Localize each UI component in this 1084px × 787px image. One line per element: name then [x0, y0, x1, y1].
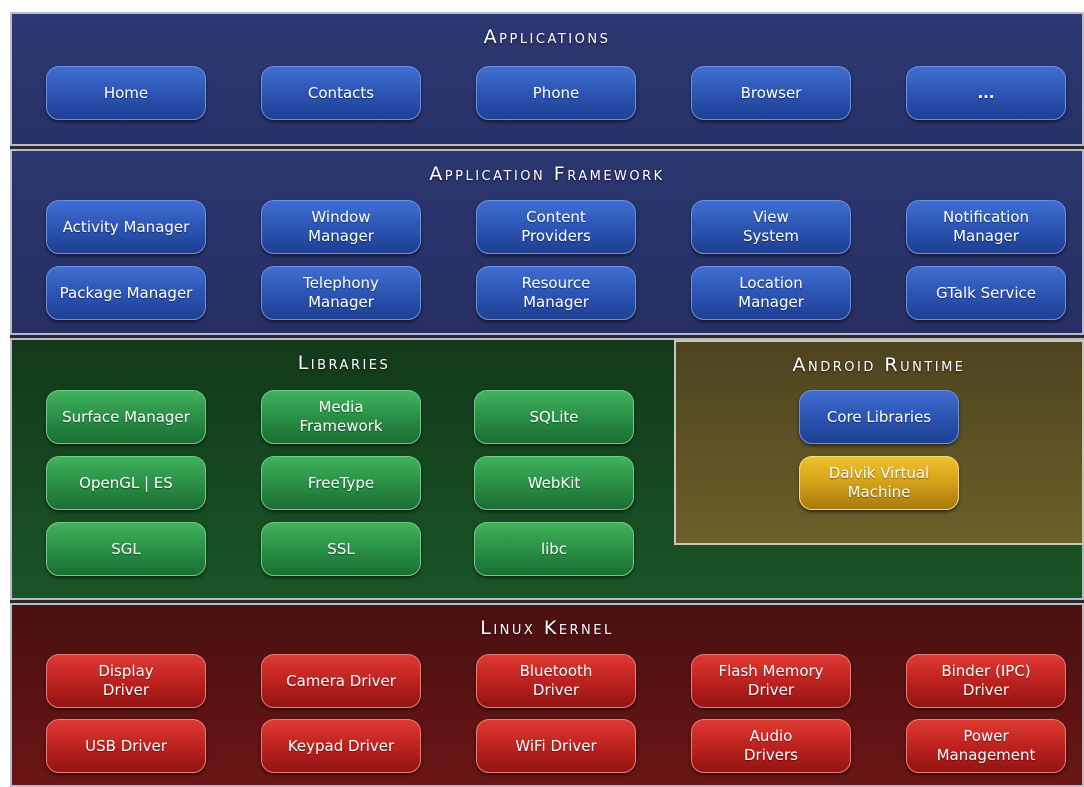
- app-more[interactable]: ...: [906, 66, 1066, 120]
- library-sqlite[interactable]: SQLite: [474, 390, 634, 444]
- app-phone[interactable]: Phone: [476, 66, 636, 120]
- library-freetype[interactable]: FreeType: [261, 456, 421, 510]
- library-ssl[interactable]: SSL: [261, 522, 421, 576]
- library-opengl-es[interactable]: OpenGL | ES: [46, 456, 206, 510]
- framework-package-manager[interactable]: Package Manager: [46, 266, 206, 320]
- library-media-framework[interactable]: Media Framework: [261, 390, 421, 444]
- kernel-power-management[interactable]: Power Management: [906, 719, 1066, 773]
- applications-title: Applications: [483, 26, 611, 48]
- kernel-camera-driver[interactable]: Camera Driver: [261, 654, 421, 708]
- kernel-binder-ipc-driver[interactable]: Binder (IPC) Driver: [906, 654, 1066, 708]
- kernel-display-driver[interactable]: Display Driver: [46, 654, 206, 708]
- kernel-keypad-driver[interactable]: Keypad Driver: [261, 719, 421, 773]
- framework-view-system[interactable]: View System: [691, 200, 851, 254]
- framework-resource-manager[interactable]: Resource Manager: [476, 266, 636, 320]
- library-surface-manager[interactable]: Surface Manager: [46, 390, 206, 444]
- runtime-dalvik-vm[interactable]: Dalvik Virtual Machine: [799, 456, 959, 510]
- framework-window-manager[interactable]: Window Manager: [261, 200, 421, 254]
- framework-location-manager[interactable]: Location Manager: [691, 266, 851, 320]
- framework-title: Application Framework: [429, 163, 665, 185]
- linux-kernel-title: Linux Kernel: [480, 617, 614, 639]
- kernel-usb-driver[interactable]: USB Driver: [46, 719, 206, 773]
- kernel-flash-memory-driver[interactable]: Flash Memory Driver: [691, 654, 851, 708]
- kernel-wifi-driver[interactable]: WiFi Driver: [476, 719, 636, 773]
- library-webkit[interactable]: WebKit: [474, 456, 634, 510]
- framework-notification-manager[interactable]: Notification Manager: [906, 200, 1066, 254]
- framework-gtalk-service[interactable]: GTalk Service: [906, 266, 1066, 320]
- runtime-core-libraries[interactable]: Core Libraries: [799, 390, 959, 444]
- libraries-title: Libraries: [297, 352, 391, 374]
- android-runtime-title: Android Runtime: [792, 354, 966, 376]
- app-browser[interactable]: Browser: [691, 66, 851, 120]
- app-contacts[interactable]: Contacts: [261, 66, 421, 120]
- framework-activity-manager[interactable]: Activity Manager: [46, 200, 206, 254]
- kernel-bluetooth-driver[interactable]: Bluetooth Driver: [476, 654, 636, 708]
- framework-content-providers[interactable]: Content Providers: [476, 200, 636, 254]
- framework-telephony-manager[interactable]: Telephony Manager: [261, 266, 421, 320]
- kernel-audio-drivers[interactable]: Audio Drivers: [691, 719, 851, 773]
- library-sgl[interactable]: SGL: [46, 522, 206, 576]
- app-home[interactable]: Home: [46, 66, 206, 120]
- library-libc[interactable]: libc: [474, 522, 634, 576]
